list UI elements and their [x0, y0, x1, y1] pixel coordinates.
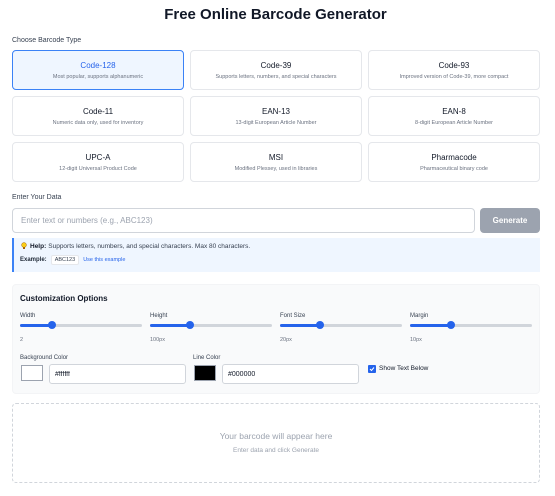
barcode-type-ean-8[interactable]: EAN-8 8-digit European Article Number	[368, 96, 540, 136]
type-description: Numeric data only, used for inventory	[52, 119, 144, 126]
slider-fill	[20, 324, 52, 327]
type-name: Code-39	[260, 60, 292, 70]
background-color-label: Background Color	[20, 355, 69, 361]
generate-button[interactable]: Generate	[480, 208, 540, 233]
type-description: 13-digit European Article Number	[235, 119, 317, 126]
slider-label: Height	[150, 313, 168, 319]
preview-placeholder-subtitle: Enter data and click Generate	[233, 447, 319, 454]
preview-placeholder-title: Your barcode will appear here	[219, 431, 333, 441]
line-color-label: Line Color	[193, 355, 221, 361]
type-name: MSI	[268, 152, 284, 162]
lightbulb-icon	[20, 242, 28, 250]
type-name: EAN-8	[442, 106, 466, 116]
show-text-checkbox[interactable]	[368, 365, 376, 373]
height-slider-group: Height 100px	[150, 313, 272, 343]
slider-fill	[410, 324, 452, 327]
slider-value: 100px	[150, 337, 165, 343]
example-line: Example: ABC123 Use this example	[20, 255, 532, 265]
type-description: 8-digit European Article Number	[415, 119, 493, 126]
use-example-link[interactable]: Use this example	[83, 257, 125, 263]
customization-panel: Customization Options Width 2 Height 100…	[12, 284, 540, 394]
type-name: Code-128	[80, 60, 116, 70]
barcode-type-pharmacode[interactable]: Pharmacode Pharmaceutical binary code	[368, 142, 540, 182]
barcode-type-code-93[interactable]: Code-93 Improved version of Code-39, mor…	[368, 50, 540, 90]
type-name: Code-11	[82, 106, 114, 116]
barcode-type-upc-a[interactable]: UPC-A 12-digit Universal Product Code	[12, 142, 184, 182]
page-title: Free Online Barcode Generator	[164, 6, 387, 23]
barcode-type-ean-13[interactable]: EAN-13 13-digit European Article Number	[190, 96, 362, 136]
slider-label: Font Size	[280, 313, 306, 319]
show-text-label: Show Text Below	[379, 365, 429, 372]
barcode-type-code-39[interactable]: Code-39 Supports letters, numbers, and s…	[190, 50, 362, 90]
width-slider-group: Width 2	[20, 313, 142, 343]
slider-value: 10px	[410, 337, 422, 343]
barcode-type-code-11[interactable]: Code-11 Numeric data only, used for inve…	[12, 96, 184, 136]
type-description: Most popular, supports alphanumeric	[52, 73, 144, 80]
line-color-input[interactable]	[222, 364, 359, 384]
margin-slider-group: Margin 10px	[410, 313, 532, 343]
data-entry-label: Enter Your Data	[12, 194, 62, 201]
barcode-data-input[interactable]	[12, 208, 475, 233]
type-description: Improved version of Code-39, more compac…	[399, 73, 509, 80]
font-size-slider[interactable]	[280, 321, 402, 329]
checkmark-icon	[369, 367, 375, 372]
type-name: EAN-13	[261, 106, 290, 116]
font-size-slider-group: Font Size 20px	[280, 313, 402, 343]
barcode-preview-area: Your barcode will appear here Enter data…	[12, 403, 540, 483]
example-value: ABC123	[50, 255, 80, 265]
line-color-swatch[interactable]	[194, 365, 216, 381]
slider-label: Width	[20, 313, 36, 319]
slider-value: 20px	[280, 337, 292, 343]
type-description: 12-digit Universal Product Code	[59, 165, 137, 172]
slider-fill	[150, 324, 191, 327]
customization-title: Customization Options	[20, 294, 108, 303]
type-description: Modified Plessey, used in libraries	[234, 165, 318, 172]
barcode-type-code-128[interactable]: Code-128 Most popular, supports alphanum…	[12, 50, 184, 90]
type-name: UPC-A	[85, 152, 111, 162]
help-box: Help: Supports letters, numbers, and spe…	[12, 238, 540, 272]
margin-slider[interactable]	[410, 321, 532, 329]
type-description: Supports letters, numbers, and special c…	[215, 73, 337, 80]
slider-thumb[interactable]	[47, 321, 56, 329]
width-slider[interactable]	[20, 321, 142, 329]
type-name: Code-93	[438, 60, 470, 70]
background-color-input[interactable]	[49, 364, 186, 384]
barcode-type-msi[interactable]: MSI Modified Plessey, used in libraries	[190, 142, 362, 182]
help-text: Supports letters, numbers, and special c…	[48, 242, 251, 250]
height-slider[interactable]	[150, 321, 272, 329]
slider-value: 2	[20, 337, 24, 343]
slider-thumb[interactable]	[186, 321, 195, 329]
example-label: Example:	[20, 257, 47, 263]
help-title: Help:	[30, 242, 47, 250]
help-line: Help: Supports letters, numbers, and spe…	[20, 242, 532, 250]
slider-label: Margin	[410, 313, 429, 319]
barcode-type-grid: Code-128 Most popular, supports alphanum…	[12, 50, 540, 182]
slider-fill	[280, 324, 321, 327]
slider-thumb[interactable]	[447, 321, 456, 329]
type-description: Pharmaceutical binary code	[420, 165, 488, 172]
barcode-type-label: Choose Barcode Type	[12, 37, 82, 44]
slider-thumb[interactable]	[316, 321, 325, 329]
background-color-swatch[interactable]	[21, 365, 43, 381]
type-name: Pharmacode	[431, 152, 477, 162]
